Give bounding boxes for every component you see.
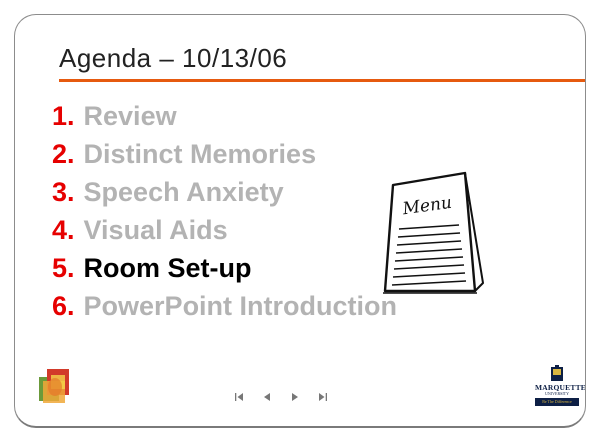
- colorful-squares-logo: [39, 369, 69, 403]
- next-slide-button[interactable]: [285, 389, 305, 405]
- first-slide-icon: [235, 393, 243, 401]
- last-slide-icon: [319, 393, 327, 401]
- agenda-item-number: 6.: [52, 291, 75, 321]
- previous-slide-icon: [264, 393, 270, 401]
- agenda-item-label: Review: [83, 101, 177, 131]
- agenda-item-number: 2.: [52, 139, 75, 169]
- agenda-item-number: 5.: [52, 253, 75, 283]
- agenda-item-powerpoint-introduction: 6. PowerPoint Introduction: [52, 287, 397, 325]
- agenda-item-label: Room Set-up: [83, 253, 252, 283]
- marquette-logo: MARQUETTE UNIVERSITY Be The Difference: [535, 365, 585, 409]
- university-subtitle: UNIVERSITY: [545, 390, 569, 396]
- agenda-item-number: 3.: [52, 177, 75, 207]
- title-underline: [59, 79, 585, 82]
- agenda-item-visual-aids: 4. Visual Aids: [52, 211, 397, 249]
- agenda-item-review: 1. Review: [52, 97, 397, 135]
- menu-card-icon: Menu: [383, 171, 484, 294]
- agenda-list: 1. Review 2. Distinct Memories 3. Speech An…: [52, 97, 397, 325]
- university-seal-icon: [551, 365, 563, 381]
- agenda-item-number: 1.: [52, 101, 75, 131]
- first-slide-button[interactable]: [229, 389, 249, 405]
- slide: Agenda – 10/13/06 1. Review 2. Distinct Me…: [14, 14, 586, 428]
- agenda-item-label: Speech Anxiety: [83, 177, 284, 207]
- agenda-item-room-setup: 5. Room Set-up: [52, 249, 397, 287]
- agenda-item-speech-anxiety: 3. Speech Anxiety: [52, 173, 397, 211]
- slide-navigation: [229, 389, 333, 405]
- slide-title: Agenda – 10/13/06: [59, 43, 288, 73]
- university-tagline: Be The Difference: [535, 397, 579, 406]
- agenda-item-distinct-memories: 2. Distinct Memories: [52, 135, 397, 173]
- last-slide-button[interactable]: [313, 389, 333, 405]
- previous-slide-button[interactable]: [257, 389, 277, 405]
- agenda-item-label: Distinct Memories: [83, 139, 317, 169]
- agenda-item-number: 4.: [52, 215, 75, 245]
- agenda-item-label: Visual Aids: [83, 215, 228, 245]
- next-slide-icon: [292, 393, 298, 401]
- agenda-item-label: PowerPoint Introduction: [83, 291, 398, 321]
